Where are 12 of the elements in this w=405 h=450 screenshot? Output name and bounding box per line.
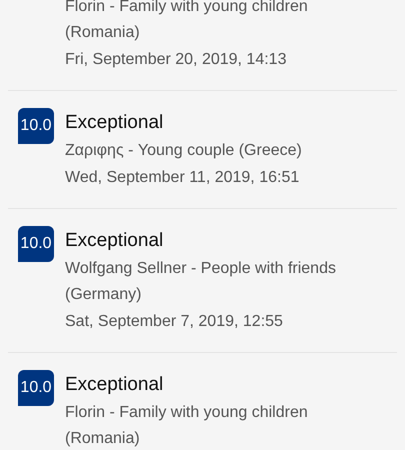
review-date: Fri, September 20, 2019, 14:13 xyxy=(65,50,288,70)
review-date: Sat, September 7, 2019, 12:55 xyxy=(65,312,284,332)
review-rating-title: Exceptional xyxy=(65,229,164,253)
review-rating-title: Exceptional xyxy=(65,373,164,397)
review-rating-title: Exceptional xyxy=(65,111,164,135)
score-badge: 10.0 xyxy=(18,370,54,406)
reviewer-info: Wolfgang Sellner - People with friends (Germany) xyxy=(65,259,337,305)
score-badge: 10.0 xyxy=(18,226,54,262)
score-badge: 10.0 xyxy=(18,108,54,144)
review-date: Wed, September 11, 2019, 16:51 xyxy=(65,168,300,188)
reviewer-info: Florin - Family with young children (Romania) xyxy=(65,403,309,449)
reviewer-info: Ζαριφης - Young couple (Greece) xyxy=(65,141,303,161)
